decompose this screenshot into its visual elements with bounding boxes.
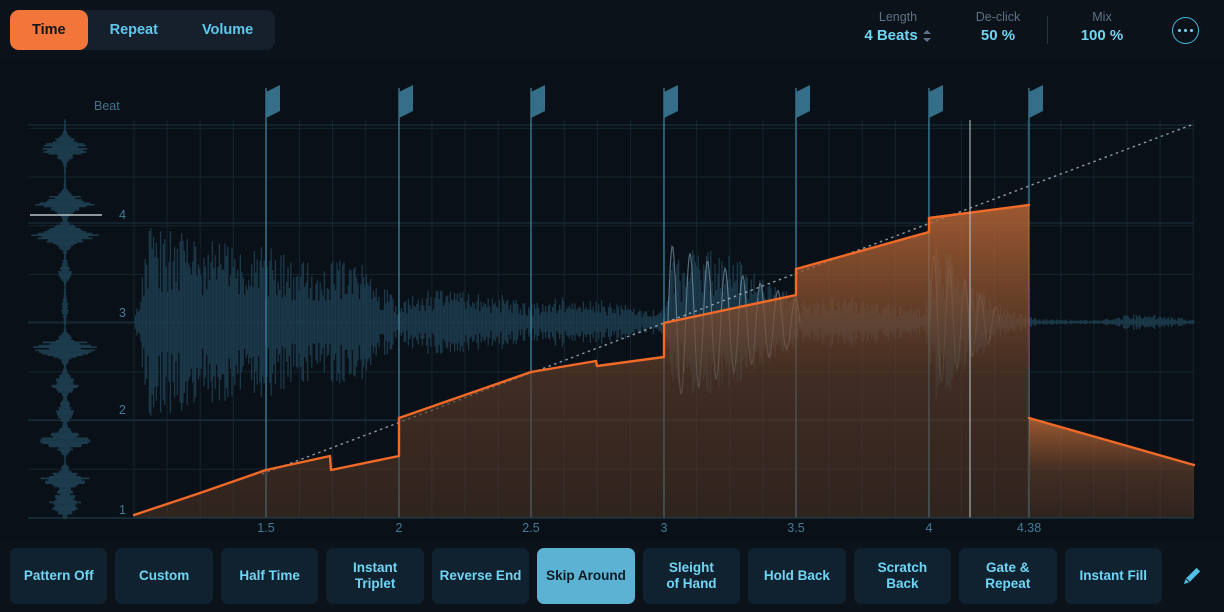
mode-segmented-control[interactable]: Time Repeat Volume	[10, 10, 276, 50]
dot	[1189, 28, 1193, 33]
preset-instant-fill[interactable]: Instant Fill	[1064, 548, 1162, 604]
x-tick-label: 4	[925, 521, 933, 535]
remap-curve-segment-a-fill	[134, 205, 1029, 518]
beat-marker-flag[interactable]	[664, 85, 678, 118]
ellipsis-icon[interactable]	[1172, 17, 1199, 44]
preset-pattern-off[interactable]: Pattern Off	[10, 548, 108, 604]
param-mix[interactable]: Mix 100 %	[1056, 9, 1148, 47]
pencil-icon[interactable]	[1170, 548, 1214, 604]
y-tick-label: 2	[119, 403, 126, 417]
time-remap-graph[interactable]	[0, 60, 1224, 540]
x-tick-label: 4.38	[1016, 521, 1042, 535]
pencil-glyph	[1184, 568, 1200, 584]
preset-hold-back[interactable]: Hold Back	[748, 548, 846, 604]
x-tick-label: 2.5	[522, 521, 540, 535]
graph-canvas[interactable]	[0, 60, 1224, 540]
y-tick-label: 1	[119, 503, 126, 517]
beat-marker-flag[interactable]	[399, 85, 413, 118]
param-length[interactable]: Length 4 Beats	[852, 9, 944, 47]
stepper-icon[interactable]	[922, 29, 932, 43]
preset-reverse-end[interactable]: Reverse End	[431, 548, 530, 604]
param-value-de-click[interactable]: 50 %	[952, 25, 1044, 47]
tab-time[interactable]: Time	[10, 10, 88, 50]
x-tick-label: 3	[660, 521, 668, 535]
param-value-text-mix: 100 %	[1080, 27, 1124, 44]
tab-repeat[interactable]: Repeat	[88, 10, 180, 50]
preset-scratch-back[interactable]: Scratch Back	[853, 548, 952, 604]
toolbar-divider	[1047, 16, 1048, 44]
x-tick-label: 2	[395, 521, 403, 535]
toolbar: Time Repeat Volume Length 4 Beats De-click 50…	[0, 0, 1224, 60]
y-tick-label: 3	[119, 306, 126, 320]
param-value-text-length: 4 Beats	[864, 27, 918, 44]
x-tick-label: 1.5	[257, 521, 275, 535]
beat-marker-flag[interactable]	[1029, 85, 1043, 118]
param-value-length[interactable]: 4 Beats	[852, 25, 944, 47]
preset-sleight-of-hand[interactable]: Sleight of Hand	[642, 548, 741, 604]
preset-bar: Pattern Off Custom Half Time Instant Triple…	[0, 540, 1224, 612]
waveform-strip	[31, 119, 99, 520]
param-de-click[interactable]: De-click 50 %	[952, 9, 1044, 47]
preset-instant-triplet[interactable]: Instant Triplet	[326, 548, 424, 604]
param-value-mix[interactable]: 100 %	[1056, 25, 1148, 47]
param-value-text-de-click: 50 %	[980, 27, 1016, 44]
dot	[1178, 28, 1182, 33]
preset-half-time[interactable]: Half Time	[220, 548, 319, 604]
preset-list: Pattern Off Custom Half Time Instant Triple…	[10, 548, 1162, 604]
tab-volume[interactable]: Volume	[180, 10, 275, 50]
axis-title-beat: Beat	[94, 99, 120, 113]
param-label-length: Length	[878, 10, 918, 24]
param-label-mix: Mix	[1092, 10, 1112, 24]
preset-skip-around[interactable]: Skip Around	[537, 548, 635, 604]
beat-marker-flag[interactable]	[929, 85, 943, 118]
y-tick-label: 4	[119, 208, 126, 222]
preset-custom[interactable]: Custom	[115, 548, 213, 604]
x-tick-label: 3.5	[787, 521, 805, 535]
beat-marker-flag[interactable]	[266, 85, 280, 118]
param-label-de-click: De-click	[975, 10, 1021, 24]
beat-marker-flag[interactable]	[796, 85, 810, 118]
time-remap-window: Time Repeat Volume Length 4 Beats De-click 50…	[0, 0, 1224, 612]
preset-gate---repeat[interactable]: Gate & Repeat	[959, 548, 1057, 604]
beat-marker-flag[interactable]	[531, 85, 545, 118]
remap-curve-segment-b-fill	[1029, 418, 1194, 518]
dot	[1183, 28, 1188, 33]
